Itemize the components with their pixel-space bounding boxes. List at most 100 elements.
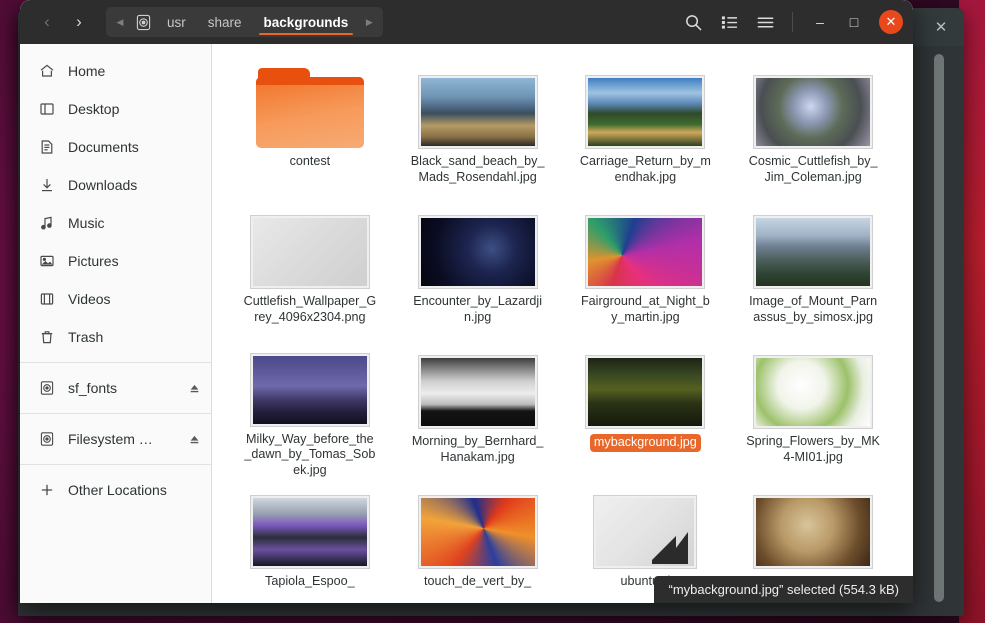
breadcrumb[interactable]: ◀ usr share backgrounds ▶ [106,7,384,37]
sidebar-separator [20,413,211,414]
file-item[interactable]: Cuttlefish_Wallpaper_Grey_4096x2304.png [228,198,392,338]
file-item[interactable]: Fairground_at_Night_by_martin.jpg [564,198,728,338]
sidebar-item-sf-fonts[interactable]: sf_fonts [20,369,211,407]
file-item[interactable]: Image_of_Mount_Parnassus_by_simosx.jpg [731,198,895,338]
breadcrumb-item-usr[interactable]: usr [156,7,197,37]
header-separator [792,12,793,32]
file-item[interactable]: touch_de_vert_by_ [396,478,560,603]
home-icon [38,62,56,80]
sidebar-item-downloads[interactable]: Downloads [20,166,211,204]
eject-icon[interactable] [187,381,201,395]
sidebar-item-label: Desktop [68,101,120,117]
thumbnail-image [249,215,370,289]
background-window-scrollbar[interactable] [934,54,944,602]
sidebar-item-label: Filesystem … [68,431,153,447]
file-item[interactable]: Cosmic_Cuttlefish_by_Jim_Coleman.jpg [731,58,895,198]
background-window-close-button[interactable]: ✕ [928,14,954,40]
image-thumbnail [749,206,877,289]
file-item[interactable]: Spring_Flowers_by_MK4-MI01.jpg [731,338,895,478]
sidebar-item-videos[interactable]: Videos [20,280,211,318]
view-list-icon[interactable] [712,6,746,38]
file-item[interactable]: Black_sand_beach_by_Mads_Rosendahl.jpg [396,58,560,198]
file-grid: contest Black_sand_beach_by_Mads_Rosenda… [228,58,895,603]
sidebar-item-pictures[interactable]: Pictures [20,242,211,280]
sidebar-item-trash[interactable]: Trash [20,318,211,356]
thumbnail-image [417,355,538,429]
breadcrumb-item-backgrounds[interactable]: backgrounds [253,7,360,37]
file-item-selected[interactable]: mybackground.jpg [564,338,728,478]
file-item[interactable]: Morning_by_Bernhard_Hanakam.jpg [396,338,560,478]
file-name-label: Black_sand_beach_by_Mads_Rosendahl.jpg [410,154,545,184]
thumbnail-image [753,215,874,289]
file-item[interactable]: contest [228,58,392,198]
trash-icon [38,328,56,346]
file-item[interactable]: Tapiola_Espoo_ [228,478,392,603]
search-icon[interactable] [676,6,710,38]
sidebar-item-label: Pictures [68,253,119,269]
image-thumbnail [414,346,542,429]
back-button[interactable]: ‹ [32,7,62,37]
thumbnail-image [417,215,538,289]
file-item[interactable]: Encounter_by_Lazardjin.jpg [396,198,560,338]
sidebar-item-label: Other Locations [68,482,167,498]
sidebar-item-filesystem[interactable]: Filesystem … [20,420,211,458]
image-thumbnail [581,66,709,149]
forward-button[interactable]: › [64,7,94,37]
music-icon [38,214,56,232]
thumbnail-image [585,75,706,149]
sidebar-item-desktop[interactable]: Desktop [20,90,211,128]
folder-icon [255,68,364,148]
file-grid-view[interactable]: contest Black_sand_beach_by_Mads_Rosenda… [212,44,913,603]
breadcrumb-overflow-right-icon[interactable]: ▶ [359,8,379,36]
file-manager-window[interactable]: ‹ › ◀ usr share backgrounds ▶ – □ ✕ Home… [20,0,913,603]
breadcrumb-overflow-left-icon[interactable]: ◀ [110,8,130,36]
file-manager-headerbar[interactable]: ‹ › ◀ usr share backgrounds ▶ – □ ✕ [20,0,913,44]
thumbnail-image [593,495,698,569]
image-thumbnail [749,346,877,429]
file-name-label: contest [289,154,331,168]
file-item[interactable]: Milky_Way_before_the_dawn_by_Tomas_Sobek… [228,338,392,478]
file-name-label: Cuttlefish_Wallpaper_Grey_4096x2304.png [243,294,377,324]
image-thumbnail [414,486,542,569]
file-name-label: Milky_Way_before_the_dawn_by_Tomas_Sobek… [244,431,376,477]
sidebar-item-label: Trash [68,329,104,345]
hamburger-menu-icon[interactable] [748,6,782,38]
image-thumbnail [246,206,374,289]
maximize-button[interactable]: □ [839,7,869,37]
file-manager-body: Home Desktop Documents Downloads Music P… [20,44,913,603]
image-thumbnail [414,66,542,149]
file-name-label: Image_of_Mount_Parnassus_by_simosx.jpg [749,294,878,324]
thumbnail-image [585,355,706,429]
file-name-label: touch_de_vert_by_ [424,574,532,588]
sidebar-item-documents[interactable]: Documents [20,128,211,166]
thumbnail-image [753,495,874,569]
close-button[interactable]: ✕ [879,10,903,34]
image-thumbnail [581,486,709,569]
sidebar-item-other-locations[interactable]: Other Locations [20,471,211,509]
image-thumbnail [246,486,374,569]
thumbnail-image [249,352,370,427]
symlink-arrow-icon [652,532,689,564]
sidebar-item-label: Downloads [68,177,138,193]
sidebar-item-label: Documents [68,139,139,155]
breadcrumb-item-share[interactable]: share [197,7,253,37]
file-name-label: Fairground_at_Night_by_martin.jpg [580,294,710,324]
sidebar[interactable]: Home Desktop Documents Downloads Music P… [20,44,212,603]
downloads-icon [38,176,56,194]
file-name-label: Cosmic_Cuttlefish_by_Jim_Coleman.jpg [748,154,878,184]
sidebar-item-home[interactable]: Home [20,52,211,90]
status-bar: “mybackground.jpg” selected (554.3 kB) [654,576,913,603]
disk-icon [38,379,56,397]
thumbnail-image [753,75,874,149]
sidebar-item-label: Videos [68,291,111,307]
image-thumbnail [414,206,542,289]
file-item[interactable]: Carriage_Return_by_mendhak.jpg [564,58,728,198]
disk-icon[interactable] [130,8,156,36]
sidebar-item-music[interactable]: Music [20,204,211,242]
sidebar-item-label: Music [68,215,105,231]
file-name-label: Carriage_Return_by_mendhak.jpg [579,154,711,184]
sidebar-item-label: Home [68,63,106,79]
minimize-button[interactable]: – [805,7,835,37]
file-name-label: Encounter_by_Lazardjin.jpg [413,294,543,324]
eject-icon[interactable] [187,432,201,446]
